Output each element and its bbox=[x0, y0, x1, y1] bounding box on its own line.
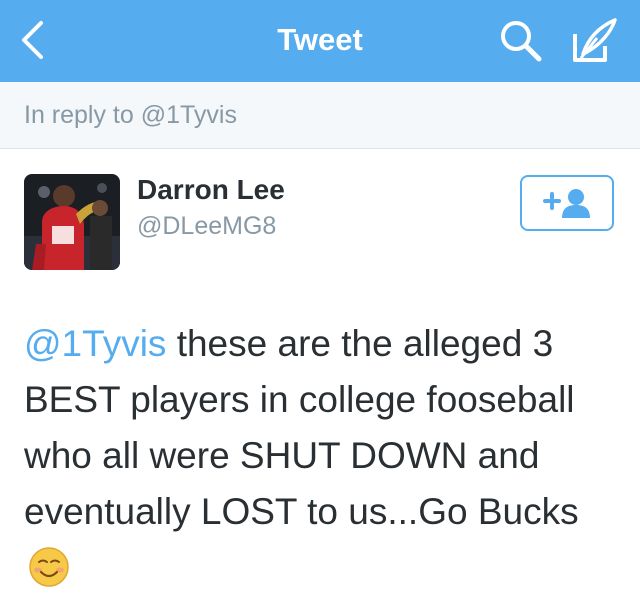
top-nav-bar: Tweet bbox=[0, 0, 640, 82]
in-reply-to-label: In reply to @1Tyvis bbox=[24, 101, 237, 129]
add-user-icon bbox=[543, 189, 590, 218]
smiling-face-icon bbox=[28, 546, 70, 604]
search-button[interactable] bbox=[496, 16, 546, 66]
tweet-text: @1Tyvis these are the alleged 3 BEST pla… bbox=[24, 316, 624, 604]
compose-button[interactable] bbox=[567, 14, 621, 68]
avatar[interactable] bbox=[24, 174, 120, 270]
search-icon bbox=[501, 21, 542, 62]
in-reply-to-bar[interactable]: In reply to @1Tyvis bbox=[0, 82, 640, 149]
compose-feather-icon bbox=[573, 18, 617, 62]
author-name[interactable]: Darron Lee bbox=[137, 174, 285, 206]
follow-button[interactable] bbox=[520, 175, 614, 231]
mention-link[interactable]: @1Tyvis bbox=[24, 323, 166, 364]
avatar-photo bbox=[24, 174, 120, 270]
author-handle[interactable]: @DLeeMG8 bbox=[137, 212, 276, 241]
